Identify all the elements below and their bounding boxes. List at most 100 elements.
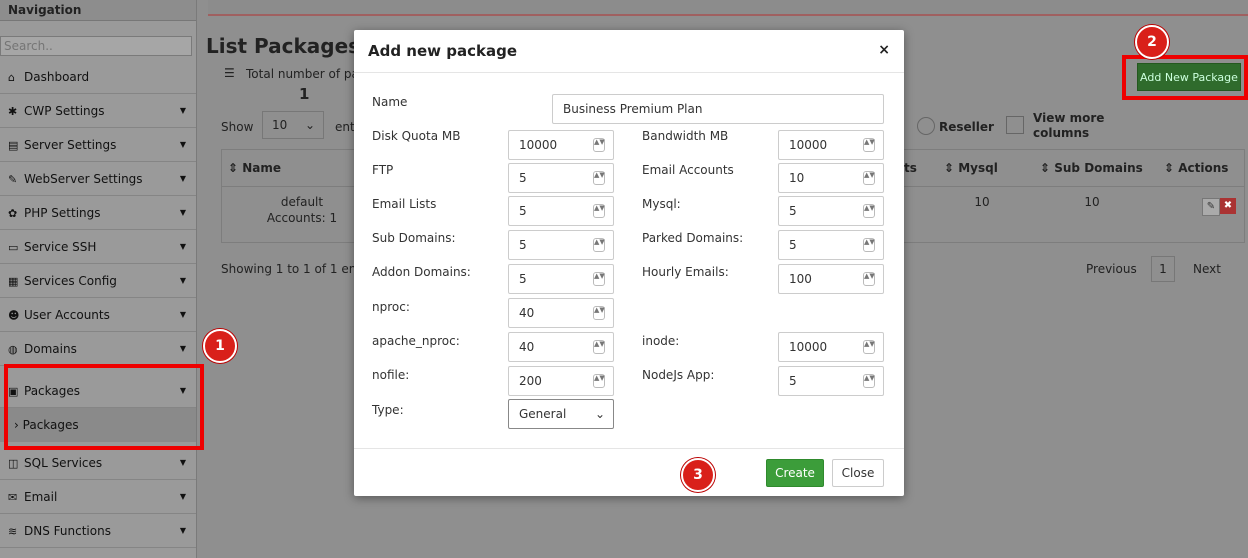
- chevron-down-icon: ▼: [179, 106, 186, 115]
- total-label: Total number of pa: [246, 67, 359, 81]
- step-badge-3: 3: [681, 458, 715, 492]
- spinner-icon[interactable]: ▲▼: [593, 238, 605, 252]
- feather-icon: ✎: [8, 173, 18, 186]
- spinner-icon[interactable]: ▲▼: [863, 171, 875, 185]
- bandwidth-input[interactable]: 10000 ▲▼: [778, 130, 884, 160]
- spinner-icon[interactable]: ▲▼: [593, 272, 605, 286]
- type-label: Type:: [372, 403, 404, 417]
- close-icon[interactable]: ×: [878, 42, 890, 58]
- column-header-ts[interactable]: ts: [904, 150, 917, 186]
- apache-nproc-input[interactable]: 40 ▲▼: [508, 332, 614, 362]
- highlight-packages-box: [4, 364, 204, 450]
- spinner-icon[interactable]: ▲▼: [863, 138, 875, 152]
- apache-nproc-label: apache_nproc:: [372, 334, 460, 348]
- spinner-icon[interactable]: ▲▼: [593, 171, 605, 185]
- sidebar-item-server-settings[interactable]: ▤ Server Settings ▼: [0, 128, 196, 162]
- mysql-input[interactable]: 5 ▲▼: [778, 196, 884, 226]
- pagination-page-1[interactable]: 1: [1151, 256, 1175, 282]
- sidebar-item-services-config[interactable]: ▦ Services Config ▼: [0, 264, 196, 298]
- total-value: 1: [299, 85, 310, 103]
- page-title: List Packages: [206, 34, 361, 58]
- name-label: Name: [372, 95, 408, 109]
- inode-label: inode:: [642, 334, 680, 348]
- chevron-down-icon: ▼: [179, 344, 186, 353]
- row-sub-domains: 10: [1084, 195, 1100, 209]
- sidebar-item-php-settings[interactable]: ✿ PHP Settings ▼: [0, 196, 196, 230]
- column-header-mysql[interactable]: ⇕ Mysql: [944, 150, 998, 186]
- inode-input[interactable]: 10000 ▲▼: [778, 332, 884, 362]
- hourly-emails-input[interactable]: 100 ▲▼: [778, 264, 884, 294]
- edit-icon[interactable]: ✎: [1202, 198, 1220, 216]
- email-lists-input[interactable]: 5 ▲▼: [508, 196, 614, 226]
- chevron-down-icon: ⌄: [594, 407, 605, 421]
- spinner-icon[interactable]: ▲▼: [593, 204, 605, 218]
- database-icon: ◫: [8, 457, 19, 470]
- type-select[interactable]: General ⌄: [508, 399, 614, 429]
- column-header-actions[interactable]: ⇕ Actions: [1164, 150, 1228, 186]
- chevron-down-icon: ▼: [179, 208, 186, 217]
- spinner-icon[interactable]: ▲▼: [593, 374, 605, 388]
- name-input[interactable]: Business Premium Plan: [552, 94, 884, 124]
- sidebar-item-service-ssh[interactable]: ▭ Service SSH ▼: [0, 230, 196, 264]
- gear-icon: ✿: [8, 207, 18, 220]
- sidebar-item-dns-functions[interactable]: ≋ DNS Functions ▼: [0, 514, 196, 548]
- spinner-icon[interactable]: ▲▼: [863, 340, 875, 354]
- show-entries-select[interactable]: 10 ⌄: [262, 111, 324, 139]
- chevron-down-icon: ▼: [179, 140, 186, 149]
- mysql-label: Mysql:: [642, 197, 681, 211]
- parked-domains-label: Parked Domains:: [642, 231, 744, 245]
- nofile-label: nofile:: [372, 368, 410, 382]
- nofile-input[interactable]: 200 ▲▼: [508, 366, 614, 396]
- spinner-icon[interactable]: ▲▼: [593, 340, 605, 354]
- spinner-icon[interactable]: ▲▼: [863, 374, 875, 388]
- view-more-label: View more columns: [1033, 111, 1105, 140]
- spinner-icon[interactable]: ▲▼: [593, 138, 605, 152]
- globe-icon: ◍: [8, 343, 18, 356]
- chevron-down-icon: ▼: [179, 276, 186, 285]
- email-lists-label: Email Lists: [372, 197, 437, 211]
- sidebar-item-email[interactable]: ✉ Email ▼: [0, 480, 196, 514]
- spinner-icon[interactable]: ▲▼: [593, 306, 605, 320]
- pagination-next[interactable]: Next: [1193, 262, 1221, 276]
- bandwidth-label: Bandwidth MB: [642, 129, 729, 143]
- entries-label: ent: [335, 120, 355, 134]
- create-button[interactable]: Create: [766, 459, 824, 487]
- delete-icon[interactable]: ✖: [1220, 198, 1236, 214]
- show-label: Show: [221, 120, 254, 134]
- nproc-input[interactable]: 40 ▲▼: [508, 298, 614, 328]
- reseller-radio[interactable]: [917, 117, 935, 135]
- home-icon: ⌂: [8, 71, 15, 84]
- nodejs-app-label: NodeJs App:: [642, 368, 715, 382]
- pagination-previous[interactable]: Previous: [1086, 262, 1137, 276]
- sidebar-item-webserver-settings[interactable]: ✎ WebServer Settings ▼: [0, 162, 196, 196]
- sidebar-item-sql-services[interactable]: ◫ SQL Services ▼: [0, 446, 196, 480]
- disk-quota-input[interactable]: 10000 ▲▼: [508, 130, 614, 160]
- sidebar-item-domains[interactable]: ◍ Domains ▼: [0, 332, 196, 366]
- column-header-sub-domains[interactable]: ⇕ Sub Domains: [1040, 150, 1143, 186]
- navigation-header: Navigation: [0, 0, 196, 21]
- spinner-icon[interactable]: ▲▼: [863, 238, 875, 252]
- close-button[interactable]: Close: [832, 459, 884, 487]
- column-header-name[interactable]: ⇕ Name: [228, 150, 281, 186]
- ftp-input[interactable]: 5 ▲▼: [508, 163, 614, 193]
- ftp-label: FTP: [372, 163, 394, 177]
- add-new-package-button[interactable]: Add New Package: [1137, 63, 1241, 91]
- view-more-checkbox[interactable]: [1006, 116, 1024, 134]
- spinner-icon[interactable]: ▲▼: [863, 272, 875, 286]
- hourly-emails-label: Hourly Emails:: [642, 265, 729, 279]
- parked-domains-input[interactable]: 5 ▲▼: [778, 230, 884, 260]
- email-accounts-input[interactable]: 10 ▲▼: [778, 163, 884, 193]
- step-badge-2: 2: [1135, 25, 1169, 59]
- row-accounts: Accounts: 1: [266, 211, 338, 225]
- addon-domains-input[interactable]: 5 ▲▼: [508, 264, 614, 294]
- sidebar-item-user-accounts[interactable]: ☻ User Accounts ▼: [0, 298, 196, 332]
- user-icon: ☻: [8, 309, 20, 322]
- disk-quota-label: Disk Quota MB: [372, 129, 461, 143]
- nodejs-app-input[interactable]: 5 ▲▼: [778, 366, 884, 396]
- sub-domains-input[interactable]: 5 ▲▼: [508, 230, 614, 260]
- sidebar-item-dashboard[interactable]: ⌂ Dashboard: [0, 60, 196, 94]
- sidebar-search-input[interactable]: [0, 36, 192, 56]
- sidebar-item-cwp-settings[interactable]: ✱ CWP Settings ▼: [0, 94, 196, 128]
- email-accounts-label: Email Accounts: [642, 163, 734, 177]
- spinner-icon[interactable]: ▲▼: [863, 204, 875, 218]
